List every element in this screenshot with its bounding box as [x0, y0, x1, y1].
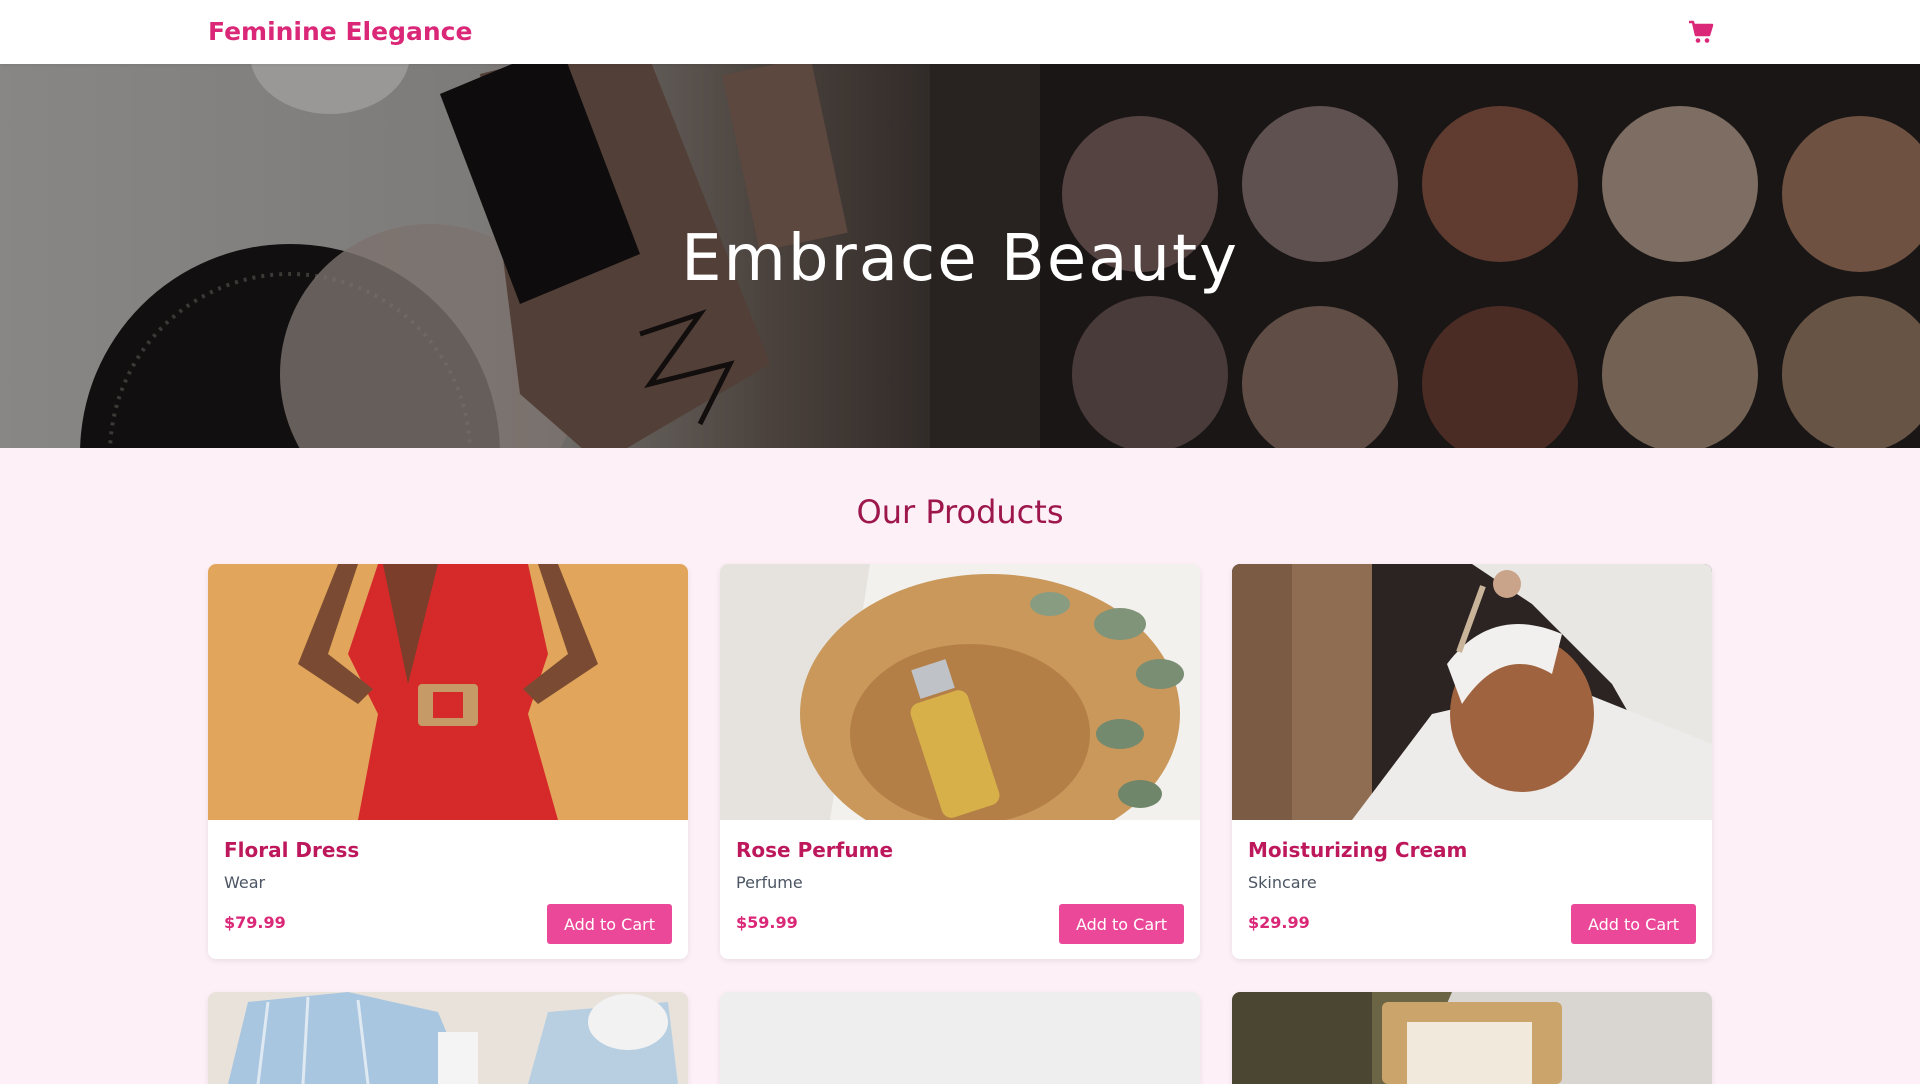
product-category: Wear [224, 873, 266, 892]
product-card [1232, 992, 1712, 1084]
product-image-moisturizing-cream [1232, 564, 1712, 820]
product-name: Rose Perfume [736, 838, 894, 862]
product-card-rose-perfume: Rose Perfume Perfume $59.99 Add to Cart [720, 564, 1200, 959]
hero-title: Embrace Beauty [681, 222, 1239, 296]
hero-banner: Embrace Beauty [0, 64, 1920, 448]
product-price: $29.99 [1248, 913, 1310, 932]
product-category: Skincare [1248, 873, 1317, 892]
product-image-perfume-bottle [1232, 992, 1712, 1084]
product-price: $79.99 [224, 913, 286, 932]
add-to-cart-button[interactable]: Add to Cart [1058, 904, 1184, 944]
products-section-title: Our Products [856, 493, 1064, 531]
shopping-cart-icon[interactable] [1688, 19, 1714, 45]
product-card [720, 992, 1200, 1084]
add-to-cart-button[interactable]: Add to Cart [1570, 904, 1696, 944]
product-card-floral-dress: Floral Dress Wear $79.99 Add to Cart [208, 564, 688, 959]
product-image-placeholder [720, 992, 1200, 1084]
product-name: Floral Dress [224, 838, 360, 862]
product-card-moisturizing-cream: Moisturizing Cream Skincare $29.99 Add t… [1232, 564, 1712, 959]
product-image-clothing [208, 992, 688, 1084]
brand-logo-link[interactable]: Feminine Elegance [208, 17, 472, 46]
product-card [208, 992, 688, 1084]
product-image-floral-dress [208, 564, 688, 820]
product-category: Perfume [736, 873, 803, 892]
product-image-rose-perfume [720, 564, 1200, 820]
product-price: $59.99 [736, 913, 798, 932]
add-to-cart-button[interactable]: Add to Cart [546, 904, 672, 944]
product-name: Moisturizing Cream [1248, 838, 1468, 862]
top-navbar: Feminine Elegance [0, 0, 1920, 64]
